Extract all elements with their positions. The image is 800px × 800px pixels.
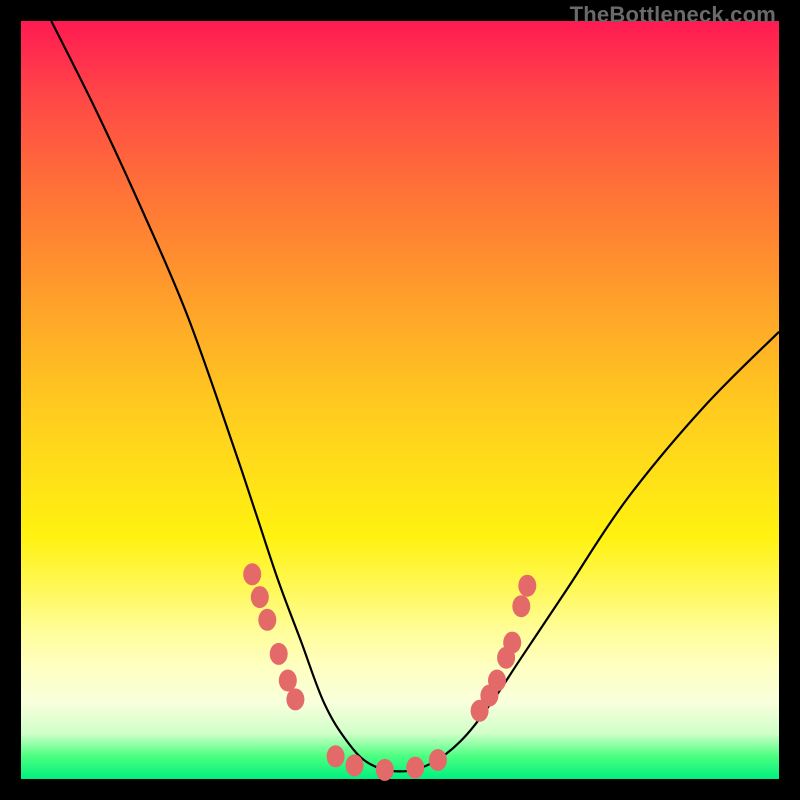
bottleneck-curve-path: [51, 21, 779, 771]
curve-marker: [429, 749, 447, 771]
curve-marker: [376, 759, 394, 781]
curve-marker: [258, 609, 276, 631]
curve-markers-group: [243, 563, 536, 781]
curve-marker: [406, 757, 424, 779]
curve-marker: [279, 670, 297, 692]
curve-marker: [503, 632, 521, 654]
curve-marker: [243, 563, 261, 585]
bottleneck-curve-svg: [21, 21, 779, 779]
curve-marker: [488, 670, 506, 692]
curve-marker: [346, 754, 364, 776]
curve-marker: [270, 643, 288, 665]
curve-marker: [512, 595, 530, 617]
curve-marker: [251, 586, 269, 608]
curve-marker: [286, 688, 304, 710]
curve-marker: [518, 575, 536, 597]
curve-marker: [327, 745, 345, 767]
